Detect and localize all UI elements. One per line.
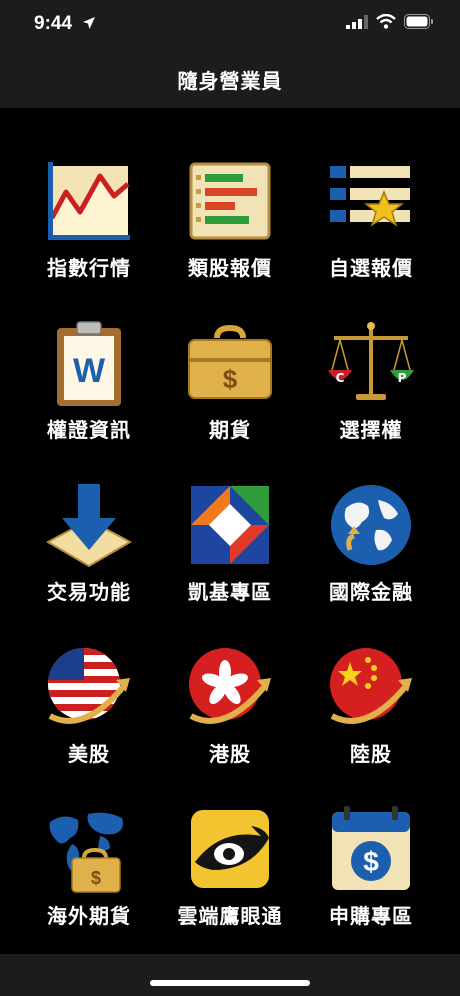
briefcase-icon: $	[185, 318, 275, 408]
svg-text:$: $	[363, 846, 379, 877]
menu-item-index-quotes[interactable]: 指數行情	[19, 156, 159, 306]
line-chart-icon	[44, 156, 134, 246]
menu-item-sector-quotes[interactable]: 類股報價	[160, 156, 300, 306]
menu-item-china-stocks[interactable]: 陸股	[301, 642, 441, 792]
menu-item-label: 美股	[68, 742, 110, 766]
menu-item-label: 期貨	[209, 418, 251, 442]
menu-item-warrant-info[interactable]: W 權證資訊	[19, 318, 159, 468]
menu-grid: 指數行情 類股報價 自選報價 W 權證資訊 $ 期貨 C P 選擇權 交易功能 …	[0, 108, 460, 954]
menu-item-label: 交易功能	[47, 580, 131, 604]
menu-item-label: 自選報價	[329, 256, 413, 280]
menu-item-global-finance[interactable]: 國際金融	[301, 480, 441, 630]
calendar-dollar-icon: $	[326, 804, 416, 894]
location-arrow-icon	[82, 15, 96, 34]
bar-chart-icon	[185, 156, 275, 246]
menu-item-label: 選擇權	[339, 418, 403, 442]
menu-item-cloud-eagle-eye[interactable]: 雲端鷹眼通	[160, 804, 300, 954]
svg-text:P: P	[398, 371, 407, 385]
navigation-bar: 隨身營業員	[0, 50, 460, 108]
menu-item-label: 港股	[209, 742, 251, 766]
menu-item-label: 凱基專區	[188, 580, 272, 604]
menu-item-hk-stocks[interactable]: 港股	[160, 642, 300, 792]
bottom-bar	[0, 954, 460, 996]
home-indicator[interactable]	[150, 980, 310, 986]
status-time: 9:44	[34, 13, 73, 34]
menu-item-futures[interactable]: $ 期貨	[160, 318, 300, 468]
menu-item-trading[interactable]: 交易功能	[19, 480, 159, 630]
scale-icon: C P	[326, 318, 416, 408]
download-arrow-icon	[44, 480, 134, 570]
menu-item-ipo-subscription[interactable]: $ 申購專區	[301, 804, 441, 954]
menu-item-label: 國際金融	[329, 580, 413, 604]
menu-item-label: 雲端鷹眼通	[177, 904, 283, 928]
page-title: 隨身營業員	[177, 68, 283, 93]
wifi-icon	[376, 13, 396, 33]
us-flag-icon	[44, 642, 134, 732]
menu-item-options[interactable]: C P 選擇權	[301, 318, 441, 468]
globe-icon	[326, 480, 416, 570]
menu-item-kgi-zone[interactable]: 凱基專區	[160, 480, 300, 630]
menu-item-watchlist[interactable]: 自選報價	[301, 156, 441, 306]
menu-item-label: 海外期貨	[47, 904, 131, 928]
hk-flag-icon	[185, 642, 275, 732]
kgi-logo-icon	[185, 480, 275, 570]
cn-flag-icon	[326, 642, 416, 732]
svg-text:$: $	[223, 364, 238, 394]
menu-item-label: 權證資訊	[47, 418, 131, 442]
svg-text:C: C	[336, 371, 345, 385]
menu-item-label: 類股報價	[188, 256, 272, 280]
svg-text:W: W	[73, 352, 106, 390]
menu-item-label: 陸股	[350, 742, 392, 766]
eagle-eye-icon	[185, 804, 275, 894]
menu-item-overseas-futures[interactable]: $ 海外期貨	[19, 804, 159, 954]
menu-item-us-stocks[interactable]: 美股	[19, 642, 159, 792]
menu-item-label: 指數行情	[47, 256, 131, 280]
signal-icon	[346, 14, 368, 33]
world-briefcase-icon: $	[44, 804, 134, 894]
svg-text:$: $	[91, 868, 101, 888]
star-list-icon	[326, 156, 416, 246]
status-bar: 9:44	[0, 0, 460, 50]
menu-item-label: 申購專區	[329, 904, 413, 928]
clipboard-w-icon: W	[44, 318, 134, 408]
battery-icon	[404, 14, 434, 33]
